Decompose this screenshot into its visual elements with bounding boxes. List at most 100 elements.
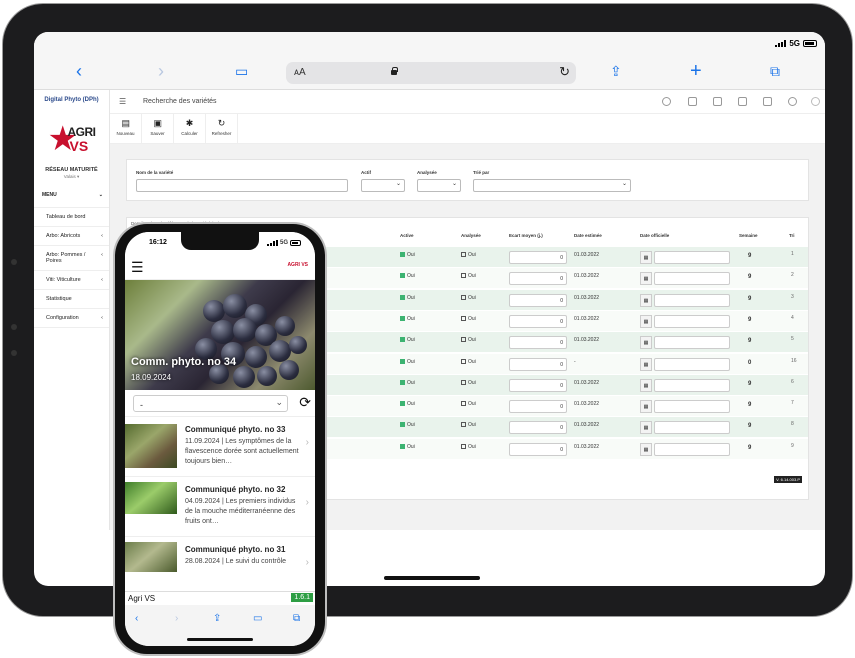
save-button[interactable]: ▣ Sauver [142, 114, 174, 144]
variety-name-input[interactable] [136, 179, 348, 192]
ecart-input[interactable]: 0 [509, 442, 567, 456]
list-item[interactable]: Communiqué phyto. no 31 28.08.2024 | Le … [125, 536, 315, 576]
back-icon[interactable]: ‹ [76, 62, 82, 80]
calendar-icon[interactable]: ▦ [640, 378, 652, 392]
chevron-right-icon: › [305, 497, 309, 508]
ecart-input[interactable]: 0 [509, 421, 567, 435]
calendar-icon[interactable]: ▦ [640, 336, 652, 350]
new-tab-icon[interactable]: + [690, 61, 702, 81]
battery-icon [803, 40, 817, 47]
forward-icon[interactable]: › [175, 613, 178, 624]
active-cell: Oui [400, 315, 415, 322]
official-date-input[interactable] [654, 378, 730, 392]
official-date-input[interactable] [654, 421, 730, 435]
hero-banner[interactable]: Comm. phyto. no 34 18.09.2024 [125, 280, 315, 390]
sidebar-item-statistique[interactable]: Statistique [34, 290, 109, 309]
sort-order-value: 5 [791, 336, 794, 343]
calendar-icon[interactable]: ▦ [640, 442, 652, 456]
menu-header[interactable]: MENU ⌄ [42, 192, 109, 198]
check-icon [400, 379, 405, 385]
variety-name-label: Nom de la variété [136, 170, 174, 175]
week-value: 9 [748, 253, 752, 259]
address-bar[interactable]: ᴀA ↻ [286, 62, 576, 84]
calendar-icon [461, 443, 466, 449]
dark-mode-icon[interactable] [811, 97, 820, 106]
official-date-input[interactable] [654, 336, 730, 350]
gear-icon: ✱ [185, 118, 194, 128]
official-date-input[interactable] [654, 400, 730, 414]
ecart-input[interactable]: 0 [509, 314, 567, 328]
ecart-input[interactable]: 0 [509, 357, 567, 371]
list-item[interactable]: Communiqué phyto. no 32 04.09.2024 | Les… [125, 476, 315, 536]
ecart-input[interactable]: 0 [509, 378, 567, 392]
reload-icon[interactable]: ↻ [559, 64, 570, 80]
calendar-icon[interactable]: ▦ [640, 357, 652, 371]
calendar-icon[interactable]: ▦ [640, 314, 652, 328]
sort-order-value: 3 [791, 293, 794, 300]
official-date-input[interactable] [654, 442, 730, 456]
ecart-input[interactable]: 0 [509, 251, 567, 264]
sort-select[interactable] [473, 179, 631, 192]
sort-order-value: 9 [791, 442, 794, 449]
hamburger-icon[interactable]: ☰ [119, 97, 126, 106]
official-date-input[interactable] [654, 357, 730, 371]
bookmarks-icon[interactable]: ▭ [235, 62, 248, 80]
app-name: Agri VS [128, 594, 156, 603]
list-icon[interactable] [738, 97, 747, 106]
network-region[interactable]: Valais ▾ [34, 174, 109, 180]
calendar-icon[interactable]: ▦ [640, 421, 652, 435]
analysed-select[interactable] [417, 179, 461, 192]
forward-icon[interactable]: › [158, 62, 164, 80]
active-select[interactable] [361, 179, 405, 192]
share-icon[interactable]: ⇪ [610, 62, 622, 80]
sort-order-value: 4 [791, 314, 794, 321]
edit-icon[interactable] [688, 97, 697, 106]
analysed-cell: Oui [461, 422, 476, 428]
refresh-button[interactable]: ↻ Refresher [206, 114, 238, 144]
ecart-input[interactable]: 0 [509, 293, 567, 307]
news-thumbnail [125, 424, 177, 468]
mail-icon[interactable] [713, 97, 722, 106]
hamburger-icon[interactable]: ☰ [131, 260, 144, 274]
sidebar-item-configuration[interactable]: Configuration ‹ [34, 309, 109, 328]
refresh-icon[interactable]: ⟳ [299, 394, 311, 411]
ecart-input[interactable]: 0 [509, 336, 567, 350]
reader-icon[interactable]: ᴀA [294, 67, 306, 78]
analysed-cell: Oui [461, 358, 476, 365]
browser-toolbar: ‹ › ▭ ᴀA ↻ ⇪ + ⧉ [34, 54, 825, 90]
official-date-input[interactable] [654, 251, 730, 264]
official-date-input[interactable] [654, 314, 730, 328]
calendar-icon [461, 252, 466, 257]
version-badge: 1.6.1 [291, 593, 313, 602]
user-icon[interactable] [788, 97, 797, 106]
calculate-button[interactable]: ✱ Calculer [174, 114, 206, 144]
calendar-icon[interactable]: ▦ [640, 293, 652, 307]
ecart-input[interactable]: 0 [509, 272, 567, 286]
calendar-icon[interactable]: ▦ [640, 400, 652, 414]
tabs-icon[interactable]: ⧉ [770, 62, 780, 80]
official-date-input[interactable] [654, 293, 730, 307]
analysed-cell: Oui [461, 273, 476, 279]
new-button[interactable]: ▤ Nouveau [110, 114, 142, 144]
category-select[interactable]: - [133, 395, 288, 412]
ecart-input[interactable]: 0 [509, 400, 567, 414]
phone-app-header: ☰ AGRI VS [125, 256, 315, 280]
sidebar-item-viticulture[interactable]: Viti: Viticulture ‹ [34, 271, 109, 290]
back-icon[interactable]: ‹ [135, 613, 138, 624]
calendar-icon [461, 273, 466, 279]
calendar-icon[interactable]: ▦ [640, 251, 652, 264]
calendar-icon[interactable]: ▦ [640, 272, 652, 286]
calendar-icon[interactable] [763, 97, 772, 106]
tabs-icon[interactable]: ⧉ [293, 613, 300, 624]
sidebar-item-dashboard[interactable]: Tableau de bord [34, 208, 109, 227]
sidebar-item-pommes-poires[interactable]: Arbo: Pommes / Poires ‹ [34, 246, 109, 271]
official-date-input[interactable] [654, 272, 730, 286]
sidebar-item-abricots[interactable]: Arbo: Abricots ‹ [34, 227, 109, 246]
bookmarks-icon[interactable]: ▭ [253, 613, 262, 624]
estimated-date: 01.03.2022 [574, 401, 600, 408]
list-item[interactable]: Communiqué phyto. no 33 11.09.2024 | Les… [125, 416, 315, 476]
help-icon[interactable] [662, 97, 671, 106]
share-icon[interactable]: ⇪ [213, 613, 221, 624]
check-icon [400, 401, 405, 407]
signal-icon [266, 239, 278, 246]
